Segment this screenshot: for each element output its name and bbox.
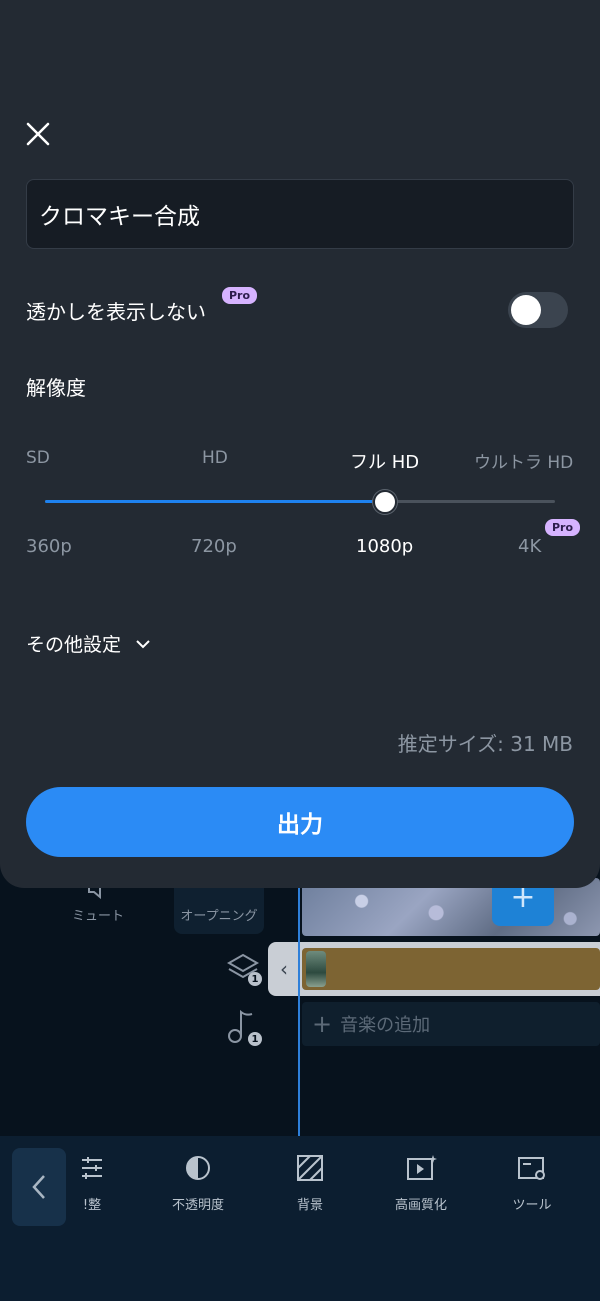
toolbar-item-tools[interactable]: ツール <box>487 1152 577 1213</box>
opening-label: オープニング <box>180 909 258 924</box>
toolbar-label: ツール <box>512 1198 552 1213</box>
toolbar-label: 不透明度 <box>171 1198 224 1213</box>
toolbar-label: !整 <box>82 1198 102 1213</box>
export-button[interactable]: 出力 <box>26 787 574 857</box>
export-label: 出力 <box>277 812 323 838</box>
opacity-icon <box>184 1152 212 1184</box>
toolbar-item-adjust[interactable]: !整 <box>47 1152 137 1213</box>
sliders-icon <box>78 1152 106 1184</box>
enhance-icon <box>405 1152 437 1184</box>
resolution-slider-fill <box>45 500 385 503</box>
toggle-knob <box>511 295 541 325</box>
other-settings-label: その他設定 <box>26 634 122 656</box>
mute-label: ミュート <box>71 909 124 924</box>
toolbar-label: 背景 <box>296 1198 323 1213</box>
pro-badge: Pro <box>222 287 258 304</box>
music-count-badge: 1 <box>248 1032 262 1046</box>
export-settings-sheet: クロマキー合成 透かしを表示しない Pro 解像度 SD HD フル HD ウル… <box>0 0 600 888</box>
project-title-value: クロマキー合成 <box>39 204 200 230</box>
hide-watermark-label: 透かしを表示しない <box>26 300 206 324</box>
quality-label-sd[interactable]: SD <box>26 448 50 468</box>
resolution-label-4k[interactable]: 4K <box>518 536 541 557</box>
resolution-label-720p[interactable]: 720p <box>191 536 237 557</box>
plus-icon: + <box>312 1010 333 1038</box>
music-button[interactable]: 1 <box>226 1006 262 1046</box>
project-title-input[interactable]: クロマキー合成 <box>26 179 574 249</box>
resolution-slider-handle[interactable] <box>373 490 397 514</box>
close-button[interactable] <box>24 120 52 148</box>
resolution-label-360p[interactable]: 360p <box>26 536 72 557</box>
chevron-left-icon: ‹ <box>280 957 288 981</box>
overlay-clip[interactable] <box>302 948 600 990</box>
chevron-left-icon <box>32 1175 45 1199</box>
layer-count-badge: 1 <box>248 972 262 986</box>
toolbar-item-opacity[interactable]: 不透明度 <box>153 1152 243 1213</box>
quality-label-ultra-hd[interactable]: ウルトラ HD <box>474 448 573 473</box>
chevron-down-icon <box>136 639 150 648</box>
quality-label-hd[interactable]: HD <box>202 448 228 468</box>
resolution-title: 解像度 <box>26 376 86 400</box>
estimated-size: 推定サイズ: 31 MB <box>397 732 573 756</box>
add-music-track[interactable]: + 音楽の追加 <box>302 1002 600 1046</box>
toolbar-item-enhance[interactable]: 高画質化 <box>376 1152 466 1213</box>
toolbar-item-background[interactable]: 背景 <box>265 1152 355 1213</box>
overlay-collapse-handle[interactable]: ‹ <box>268 942 300 996</box>
resolution-label-1080p[interactable]: 1080p <box>356 536 413 557</box>
pro-badge: Pro <box>545 519 581 536</box>
quality-label-full-hd[interactable]: フル HD <box>350 448 419 474</box>
playhead[interactable] <box>298 860 300 1136</box>
toolbar-label: 高画質化 <box>394 1198 447 1213</box>
other-settings-toggle[interactable]: その他設定 <box>26 630 151 657</box>
add-music-label: 音楽の追加 <box>340 1015 431 1036</box>
overlay-thumbnail <box>306 951 326 987</box>
layers-button[interactable]: 1 <box>226 952 262 986</box>
tools-icon <box>516 1152 548 1184</box>
background-icon <box>295 1152 325 1184</box>
close-icon <box>26 122 50 146</box>
hide-watermark-toggle[interactable] <box>508 292 568 328</box>
